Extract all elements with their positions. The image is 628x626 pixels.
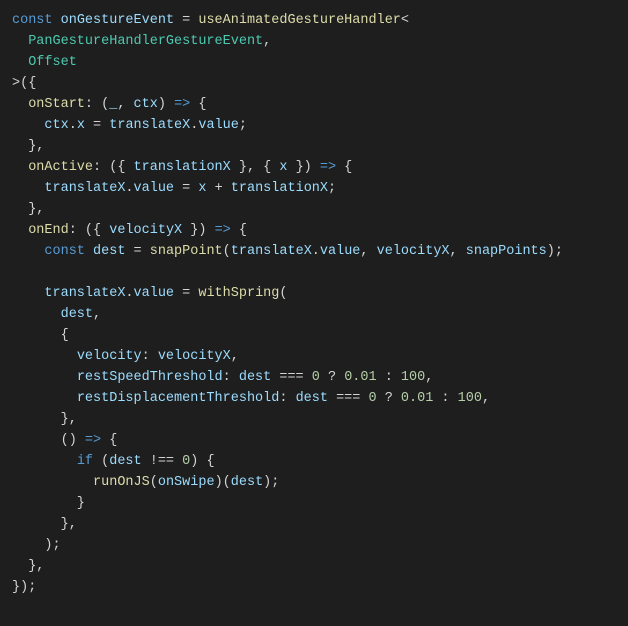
code-editor[interactable]: const onGestureEvent = useAnimatedGestur… bbox=[0, 0, 628, 608]
code-content: const onGestureEvent = useAnimatedGestur… bbox=[12, 13, 563, 595]
